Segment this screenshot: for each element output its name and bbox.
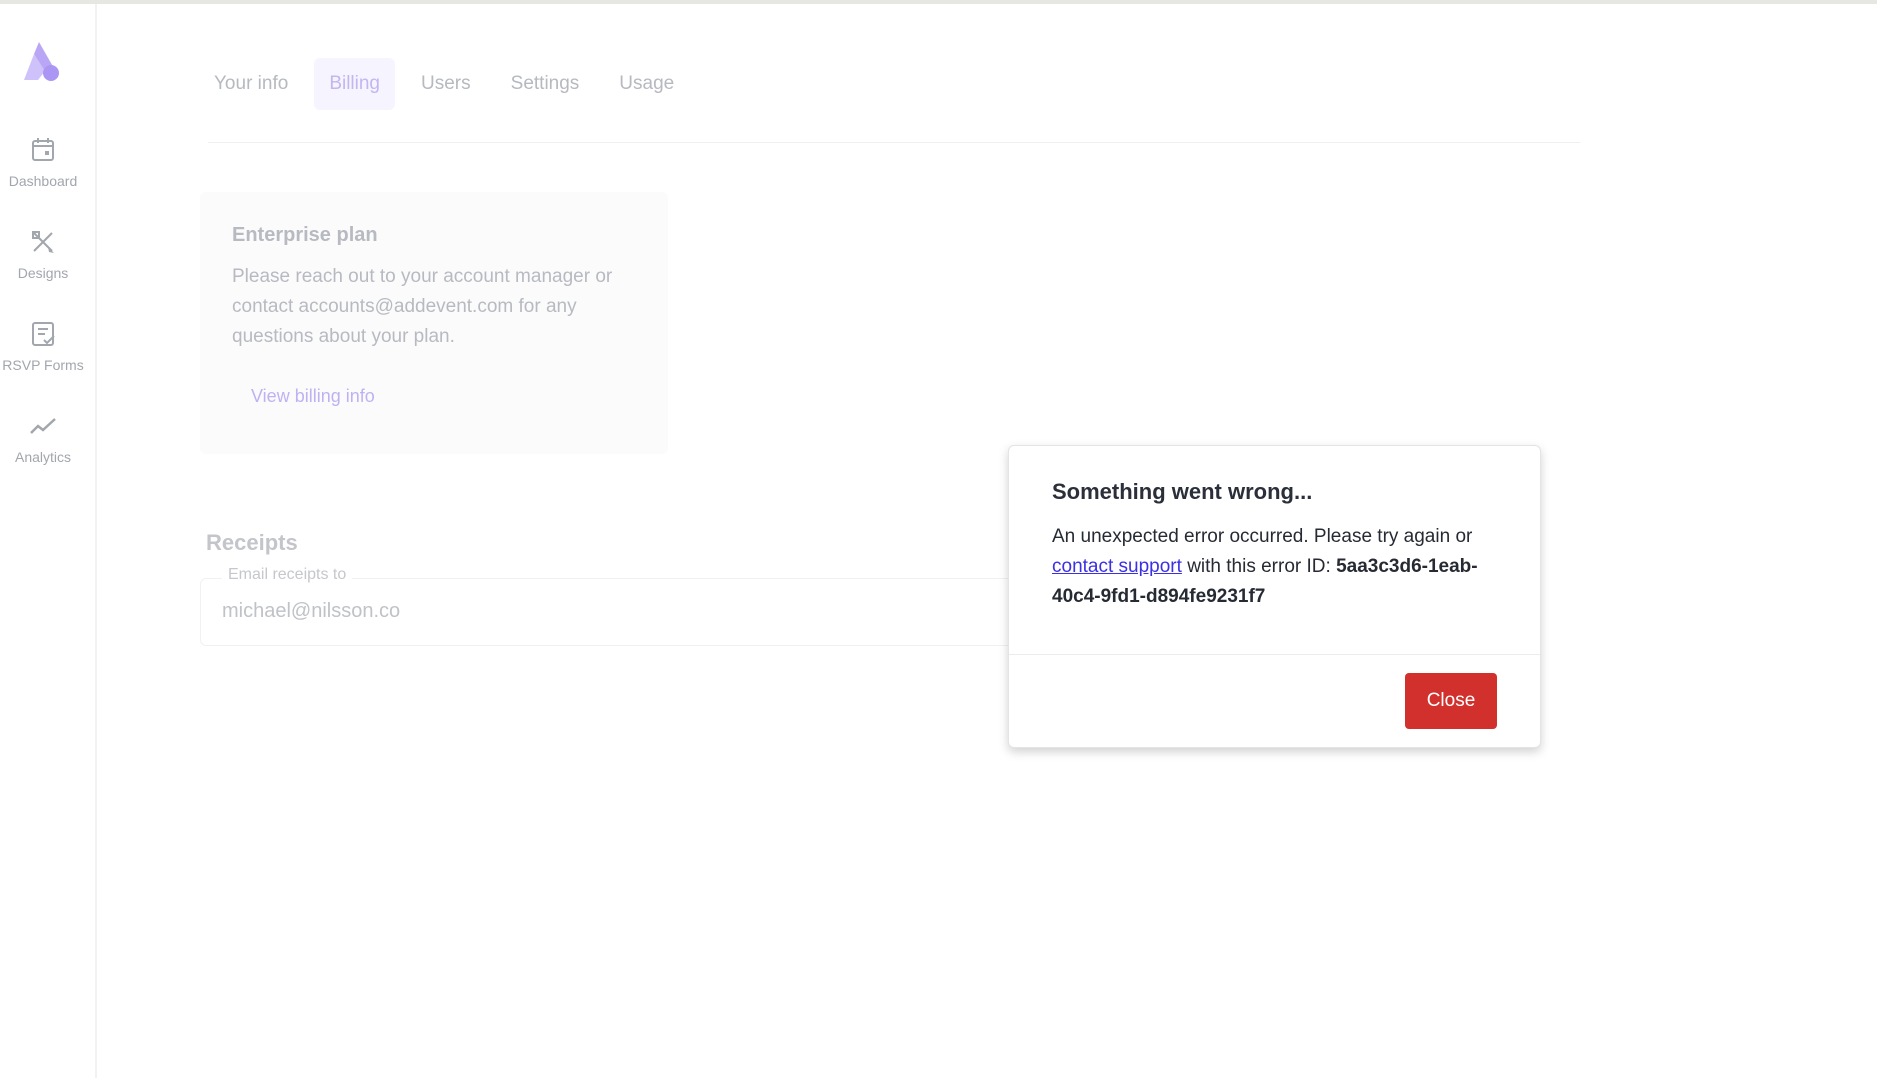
modal-divider xyxy=(1009,654,1540,655)
tabs-divider xyxy=(208,142,1580,143)
plan-description: Please reach out to your account manager… xyxy=(232,266,613,347)
error-message: An unexpected error occurred. Please try… xyxy=(1052,522,1512,612)
error-message-start: An unexpected error occurred. Please try… xyxy=(1052,526,1473,547)
tab-your-info[interactable]: Your info xyxy=(200,58,302,110)
receipts-title: Receipts xyxy=(206,530,298,555)
sidebar: Dashboard Designs RSVP Forms Analytics xyxy=(0,4,97,1078)
error-message-middle: with this error ID: xyxy=(1181,556,1337,577)
tab-usage[interactable]: Usage xyxy=(605,58,688,110)
email-receipts-value: michael@nilsson.co xyxy=(222,600,401,622)
design-tools-icon xyxy=(32,231,54,253)
sidebar-item-label: Dashboard xyxy=(8,173,78,189)
email-receipts-label: Email receipts to xyxy=(222,566,353,584)
error-modal: Something went wrong... An unexpected er… xyxy=(1008,445,1541,748)
close-button[interactable]: Close xyxy=(1405,673,1497,729)
modal-title: Something went wrong... xyxy=(1052,479,1313,504)
sidebar-item-analytics[interactable]: Analytics xyxy=(0,411,86,465)
tab-settings[interactable]: Settings xyxy=(497,58,594,110)
view-billing-info-link[interactable]: View billing info xyxy=(251,386,375,407)
checklist-icon xyxy=(32,322,55,346)
sidebar-item-label: Analytics xyxy=(14,449,72,465)
sidebar-item-label: Designs xyxy=(17,265,69,281)
plan-title: Enterprise plan xyxy=(232,224,378,246)
sidebar-item-designs[interactable]: Designs xyxy=(0,227,86,281)
brand-logo[interactable] xyxy=(20,38,66,84)
plan-card: Enterprise plan Please reach out to your… xyxy=(200,192,668,454)
tab-users[interactable]: Users xyxy=(407,58,485,110)
tab-billing[interactable]: Billing xyxy=(314,58,396,110)
sidebar-item-label: RSVP Forms xyxy=(2,357,84,373)
calendar-icon xyxy=(32,138,54,161)
sidebar-item-rsvp-forms[interactable]: RSVP Forms xyxy=(0,319,86,373)
contact-support-link[interactable]: contact support xyxy=(1052,556,1182,577)
sidebar-item-dashboard[interactable]: Dashboard xyxy=(0,135,86,189)
trend-line-icon xyxy=(30,418,56,434)
settings-tabs: Your info Billing Users Settings Usage xyxy=(200,58,700,110)
